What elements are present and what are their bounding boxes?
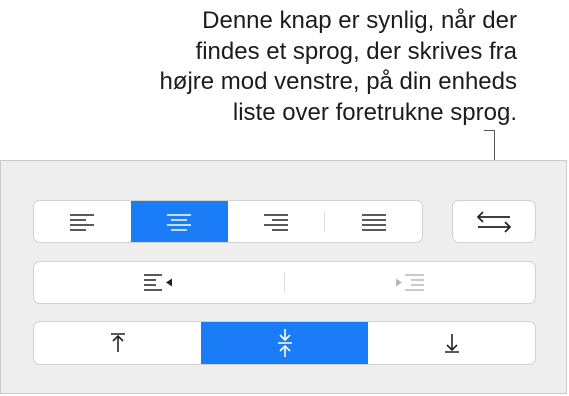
- decrease-indent-button[interactable]: [34, 262, 284, 303]
- align-bottom-icon: [444, 334, 459, 353]
- indent-segmented-control: [33, 261, 536, 304]
- justify-icon: [361, 213, 386, 231]
- text-direction-icon: [476, 210, 512, 233]
- increase-indent-button[interactable]: [285, 262, 535, 303]
- justify-button[interactable]: [325, 201, 422, 242]
- align-top-icon: [110, 333, 125, 352]
- decrease-indent-icon: [144, 273, 172, 291]
- align-top-button[interactable]: [34, 322, 201, 364]
- callout-line: findes et sprog, der skrives fra: [195, 37, 517, 65]
- align-left-button[interactable]: [34, 201, 131, 242]
- callout-line: liste over foretrukne sprog.: [232, 98, 517, 126]
- align-right-icon: [263, 213, 288, 231]
- increase-indent-icon: [396, 273, 424, 291]
- text-format-panel: [0, 160, 567, 394]
- align-bottom-button[interactable]: [368, 322, 535, 364]
- callout-line: Denne knap er synlig, når der: [202, 7, 517, 34]
- align-right-button[interactable]: [228, 201, 325, 242]
- callout-line: højre mod venstre, på din enheds: [159, 68, 517, 95]
- align-middle-button[interactable]: [201, 322, 368, 364]
- align-middle-icon: [277, 329, 292, 357]
- callout-text: Denne knap er synlig, når der findes et …: [47, 6, 517, 128]
- align-center-button[interactable]: [130, 201, 228, 242]
- align-center-icon: [167, 213, 192, 231]
- align-left-icon: [70, 213, 95, 231]
- text-direction-button[interactable]: [452, 200, 536, 243]
- alignment-segmented-control: [33, 200, 423, 243]
- vertical-alignment-segmented-control: [33, 321, 536, 365]
